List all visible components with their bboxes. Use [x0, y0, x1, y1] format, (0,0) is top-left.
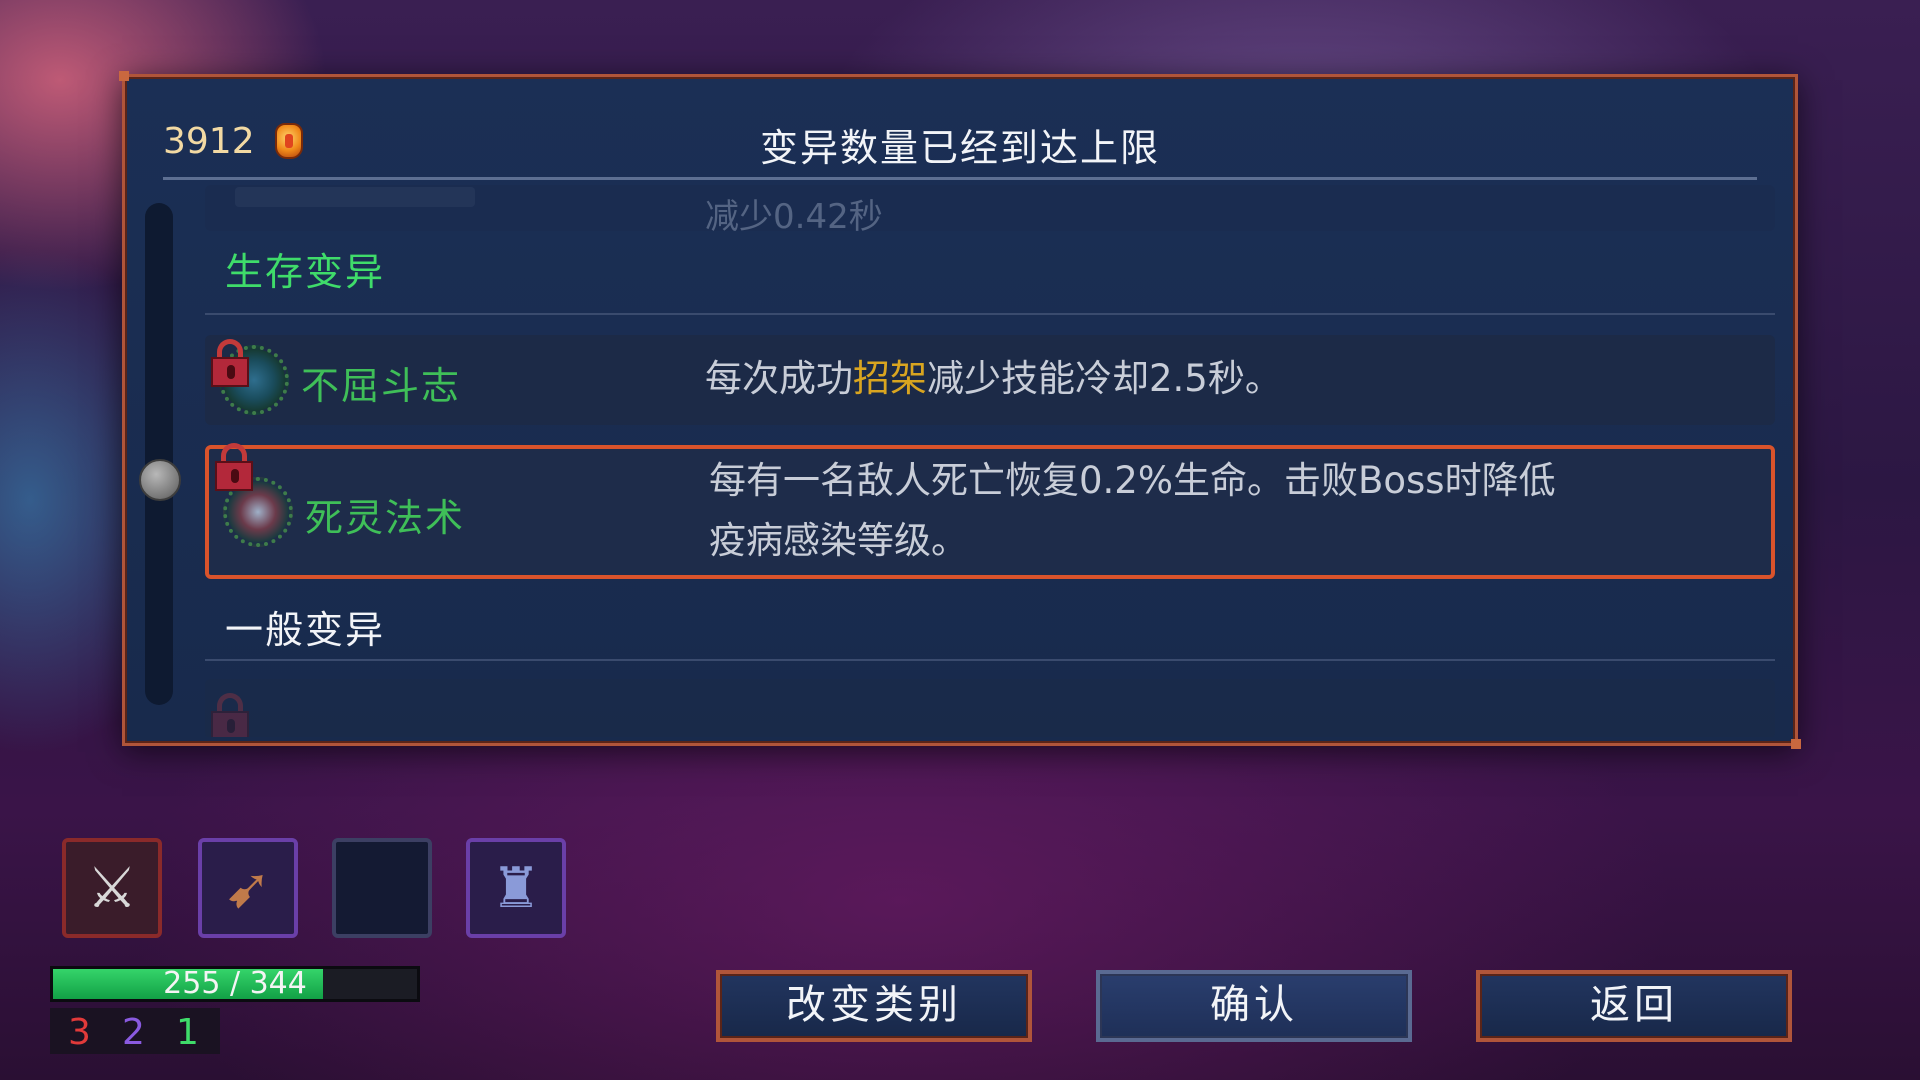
list-item-unyielding[interactable]: 不屈斗志 每次成功招架减少技能冷却2.5秒。 [205, 335, 1775, 425]
faded-row-desc: 减少0.42秒 [705, 197, 883, 237]
skill-slot-turret[interactable]: ♜ [466, 838, 566, 938]
change-category-button[interactable]: 改变类别 [716, 970, 1032, 1042]
weapon-slot-1[interactable]: ⚔ [62, 838, 162, 938]
mutation-list: 减少0.42秒 生存变异 不屈斗志 每次成功招架减少技能冷却2.5秒。 死灵法术… [205, 185, 1775, 737]
weapon-slot-2[interactable]: ➹ [198, 838, 298, 938]
health-bar: 255 / 344 [50, 966, 420, 1002]
highlight-keyword: 招架 [853, 357, 927, 400]
list-item-necromancy[interactable]: 死灵法术 每有一名敌人死亡恢复0.2%生命。击败Boss时降低 疫病感染等级。 [205, 443, 1775, 579]
list-item-faded[interactable]: 减少0.42秒 [205, 185, 1775, 237]
turret-icon: ♜ [490, 856, 542, 921]
scrollbar-track[interactable] [145, 203, 173, 705]
confirm-button[interactable]: 确认 [1096, 970, 1412, 1042]
section-title-survival: 生存变异 [225, 250, 386, 294]
header-divider [163, 177, 1757, 180]
mutation-desc: 每有一名敌人死亡恢复0.2%生命。击败Boss时降低 疫病感染等级。 [709, 459, 1556, 562]
scrollbar-thumb[interactable] [139, 459, 181, 501]
section-divider [205, 659, 1775, 661]
mutation-desc: 每次成功招架减少技能冷却2.5秒。 [705, 357, 1282, 400]
mutation-name: 不屈斗志 [301, 364, 462, 408]
section-divider [205, 313, 1775, 315]
survival-stat: 1 [176, 1012, 199, 1053]
skill-slot-empty[interactable] [332, 838, 432, 938]
faded-name-placeholder [235, 187, 475, 207]
lock-icon [209, 339, 251, 387]
tactics-stat: 2 [122, 1012, 145, 1053]
mutation-name: 死灵法术 [305, 496, 466, 540]
scroll-stats: 3 2 1 [50, 1008, 220, 1054]
list-item-faded-bottom[interactable] [205, 679, 1775, 737]
health-text: 255 / 344 [163, 966, 307, 1001]
section-title-general: 一般变异 [225, 608, 386, 652]
back-button[interactable]: 返回 [1476, 970, 1792, 1042]
lock-icon [209, 693, 251, 737]
panel-title: 变异数量已经到达上限 [759, 126, 1160, 170]
panel-header: 3912 变异数量已经到达上限 [125, 77, 1795, 185]
mutation-panel: 3912 变异数量已经到达上限 减少0.42秒 生存变异 不屈斗志 每次成功招架… [119, 71, 1801, 749]
brutality-stat: 3 [68, 1012, 91, 1053]
lock-icon [213, 443, 255, 491]
bow-icon: ➹ [224, 856, 272, 921]
crossed-swords-icon: ⚔ [86, 856, 138, 921]
